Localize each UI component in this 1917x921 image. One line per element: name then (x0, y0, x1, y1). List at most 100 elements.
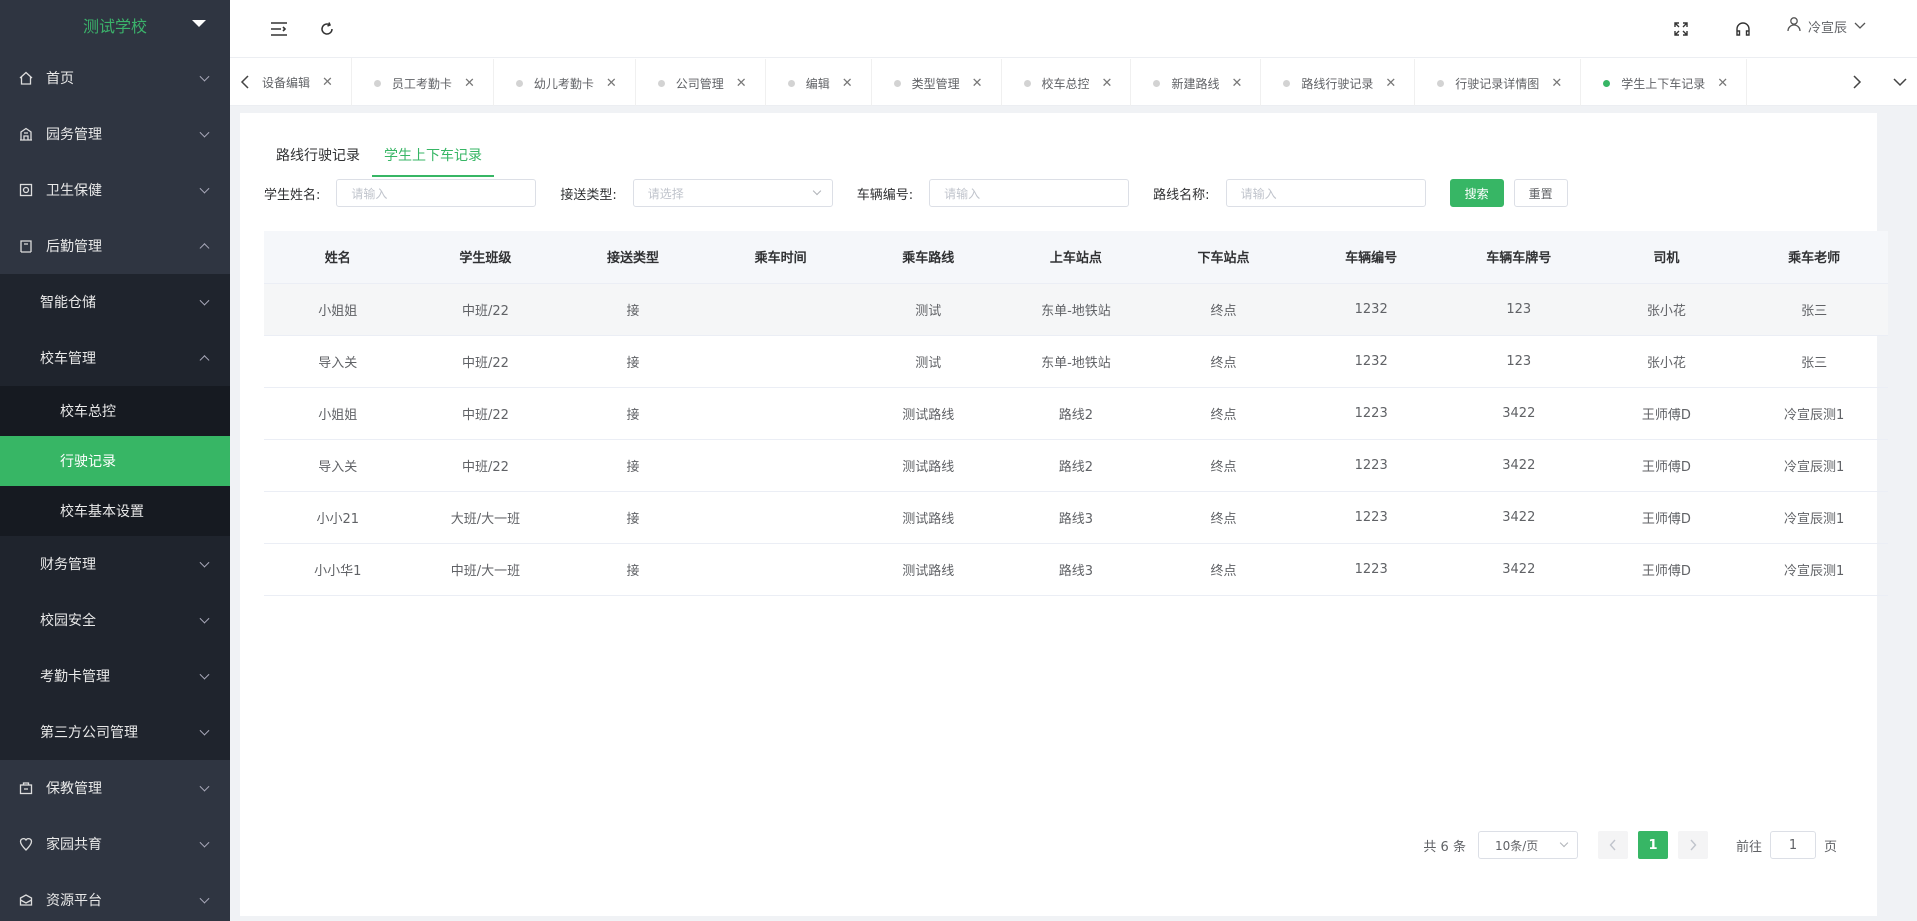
close-icon[interactable]: ✕ (1231, 76, 1242, 91)
chevron-up-icon (199, 243, 210, 254)
reset-button[interactable]: 重置 (1513, 179, 1568, 207)
sidebar-item-home-school[interactable]: 家园共育 (0, 816, 230, 872)
tab-company[interactable]: 公司管理 ✕ (636, 59, 766, 106)
tabs-scroll-right-icon[interactable] (1842, 58, 1872, 106)
student-name-input[interactable]: 请输入 (336, 179, 537, 207)
col-route: 乘车路线 (854, 231, 1003, 284)
chevron-down-icon (199, 781, 210, 792)
sidebar-item-resources[interactable]: 资源平台 (0, 872, 230, 921)
goto-page-input[interactable]: 1 (1769, 831, 1816, 859)
tab-new-route[interactable]: 新建路线 ✕ (1131, 59, 1262, 106)
tab-edit[interactable]: 编辑 ✕ (766, 59, 872, 106)
close-icon[interactable]: ✕ (606, 76, 617, 91)
sidebar-item-teaching[interactable]: 保教管理 (0, 760, 230, 816)
tab-dot (1023, 79, 1031, 87)
vehicle-no-input[interactable]: 请输入 (929, 179, 1130, 207)
subtab-route-records[interactable]: 路线行驶记录 (264, 145, 372, 177)
prev-page-button[interactable] (1597, 831, 1628, 859)
sidebar-item-bus-control[interactable]: 校车总控 (0, 386, 230, 436)
sidebar-item-logistics[interactable]: 后勤管理 (0, 218, 230, 274)
sidebar-item-finance[interactable]: 财务管理 (0, 536, 230, 592)
close-icon[interactable]: ✕ (464, 76, 475, 91)
close-icon[interactable]: ✕ (736, 76, 747, 91)
sidebar-item-driving-records[interactable]: 行驶记录 (0, 436, 230, 486)
tab-bus-control[interactable]: 校车总控 ✕ (1002, 59, 1132, 106)
close-icon[interactable]: ✕ (322, 75, 333, 90)
table-row[interactable]: 小小21 大班/大一班接测试路线 路线3 终点 1223 3422 王师傅D 冷宣辰测1 (264, 491, 1888, 544)
table-row[interactable]: 小姐姐 中班/22 接测试路线 路线2 终点 1223 3422 王师傅D 冷宣辰测1 (264, 387, 1888, 440)
page-number-current[interactable]: 1 (1637, 831, 1668, 859)
tab-type-management[interactable]: 类型管理 ✕ (872, 59, 1002, 106)
logistics-icon (18, 238, 34, 254)
table-row[interactable]: 小小华1 中班/大一班接测试路线 路线3 终点 1223 3422 王师傅D 冷宣辰测1 (264, 543, 1888, 596)
chevron-up-icon (199, 355, 210, 366)
chevron-right-icon (1690, 839, 1697, 851)
chevron-down-icon (199, 557, 210, 568)
goto-suffix: 页 (1823, 839, 1837, 855)
sidebar-item-bus-management[interactable]: 校车管理 (0, 330, 230, 386)
col-ride-time: 乘车时间 (706, 231, 855, 284)
close-icon[interactable]: ✕ (1385, 76, 1396, 91)
search-button[interactable]: 搜索 (1449, 179, 1504, 207)
sidebar-item-campus-safety[interactable]: 校园安全 (0, 592, 230, 648)
tabs-scroll-left-icon[interactable] (230, 58, 260, 106)
user-menu[interactable]: 冷宣辰 (1786, 16, 1867, 36)
refresh-icon[interactable] (316, 18, 338, 40)
chevron-down-icon (199, 893, 210, 904)
close-icon[interactable]: ✕ (1717, 76, 1728, 91)
filter-form: 学生姓名: 请输入 接送类型: 请选择 车辆编号: 请输入 路线名称: 请输入 … (264, 179, 1578, 207)
col-teacher: 乘车老师 (1740, 231, 1888, 284)
tab-route-records[interactable]: 路线行驶记录 ✕ (1261, 59, 1416, 106)
close-icon[interactable]: ✕ (1551, 76, 1562, 91)
chevron-down-icon (812, 186, 822, 196)
tab-dot (515, 79, 523, 87)
sidebar-item-campus-affairs[interactable]: 园务管理 (0, 106, 230, 162)
tab-dot (373, 79, 381, 87)
route-name-input[interactable]: 请输入 (1225, 179, 1426, 207)
tab-student-boarding[interactable]: 学生上下车记录 ✕ (1581, 59, 1748, 106)
sidebar-item-smart-storage[interactable]: 智能仓储 (0, 274, 230, 330)
col-board-stop: 上车站点 (1002, 231, 1150, 284)
teaching-icon (18, 780, 34, 796)
sidebar-item-home[interactable]: 首页 (0, 50, 230, 106)
tabs-dropdown-icon[interactable] (1885, 58, 1915, 106)
sidebar-item-third-party[interactable]: 第三方公司管理 (0, 704, 230, 760)
building-icon (18, 126, 34, 142)
subtab-student-boarding[interactable]: 学生上下车记录 (372, 145, 494, 177)
table-row[interactable]: 小姐姐 中班/22 接测试 东单-地铁站 终点 1232 123 张小花 张三 (264, 283, 1888, 336)
tab-record-detail[interactable]: 行驶记录详情图 ✕ (1415, 59, 1582, 106)
close-icon[interactable]: ✕ (972, 76, 983, 91)
caret-down-icon[interactable] (192, 20, 206, 27)
table-row[interactable]: 导入关 中班/22 接测试路线 路线2 终点 1223 3422 王师傅D 冷宣辰测1 (264, 439, 1888, 492)
tab-dot (787, 79, 795, 87)
tab-staff-card[interactable]: 员工考勤卡 ✕ (352, 59, 494, 106)
fullscreen-icon[interactable] (1670, 18, 1692, 40)
col-plate-no: 车辆车牌号 (1445, 231, 1593, 284)
tab-child-card[interactable]: 幼儿考勤卡 ✕ (494, 59, 636, 106)
tab-dot (1283, 79, 1291, 87)
tab-device-edit[interactable]: 设备编辑 ✕ (260, 58, 352, 106)
vehicle-no-label: 车辆编号: (856, 187, 914, 203)
table-header-row: 姓名 学生班级 接送类型 乘车时间 乘车路线 上车站点 下车站点 车辆编号 车辆… (264, 231, 1888, 284)
tab-dot (1437, 79, 1445, 87)
chevron-down-icon (199, 837, 210, 848)
close-icon[interactable]: ✕ (842, 76, 853, 91)
sidebar-item-health[interactable]: 卫生保健 (0, 162, 230, 218)
sidebar: 测试学校 首页 园务管理 卫生保健 后勤管理 智能仓储 校车管理 校车总控 行驶… (0, 0, 230, 921)
headset-icon[interactable] (1732, 18, 1754, 40)
close-icon[interactable]: ✕ (1102, 76, 1113, 91)
chevron-down-icon (199, 71, 210, 82)
tabs-list: 设备编辑 ✕ 员工考勤卡 ✕ 幼儿考勤卡 ✕ 公司管理 ✕ 编辑 ✕ 类型管理 ✕ 校车总控 ✕ 新建路线 ✕… (260, 58, 1837, 106)
next-page-button[interactable] (1677, 831, 1708, 859)
page-size-select[interactable]: 10条/页 (1477, 831, 1578, 859)
goto-prefix: 前往 (1735, 839, 1762, 855)
sidebar-item-attendance-cards[interactable]: 考勤卡管理 (0, 648, 230, 704)
col-class: 学生班级 (411, 231, 560, 284)
school-switcher[interactable]: 测试学校 (0, 0, 230, 50)
pickup-type-select[interactable]: 请选择 (632, 179, 833, 207)
col-pickup-type: 接送类型 (559, 231, 707, 284)
col-driver: 司机 (1592, 231, 1741, 284)
sidebar-item-bus-settings[interactable]: 校车基本设置 (0, 486, 230, 536)
menu-fold-icon[interactable] (268, 18, 290, 40)
table-row[interactable]: 导入关 中班/22 接测试 东单-地铁站 终点 1232 123 张小花 张三 (264, 335, 1888, 388)
